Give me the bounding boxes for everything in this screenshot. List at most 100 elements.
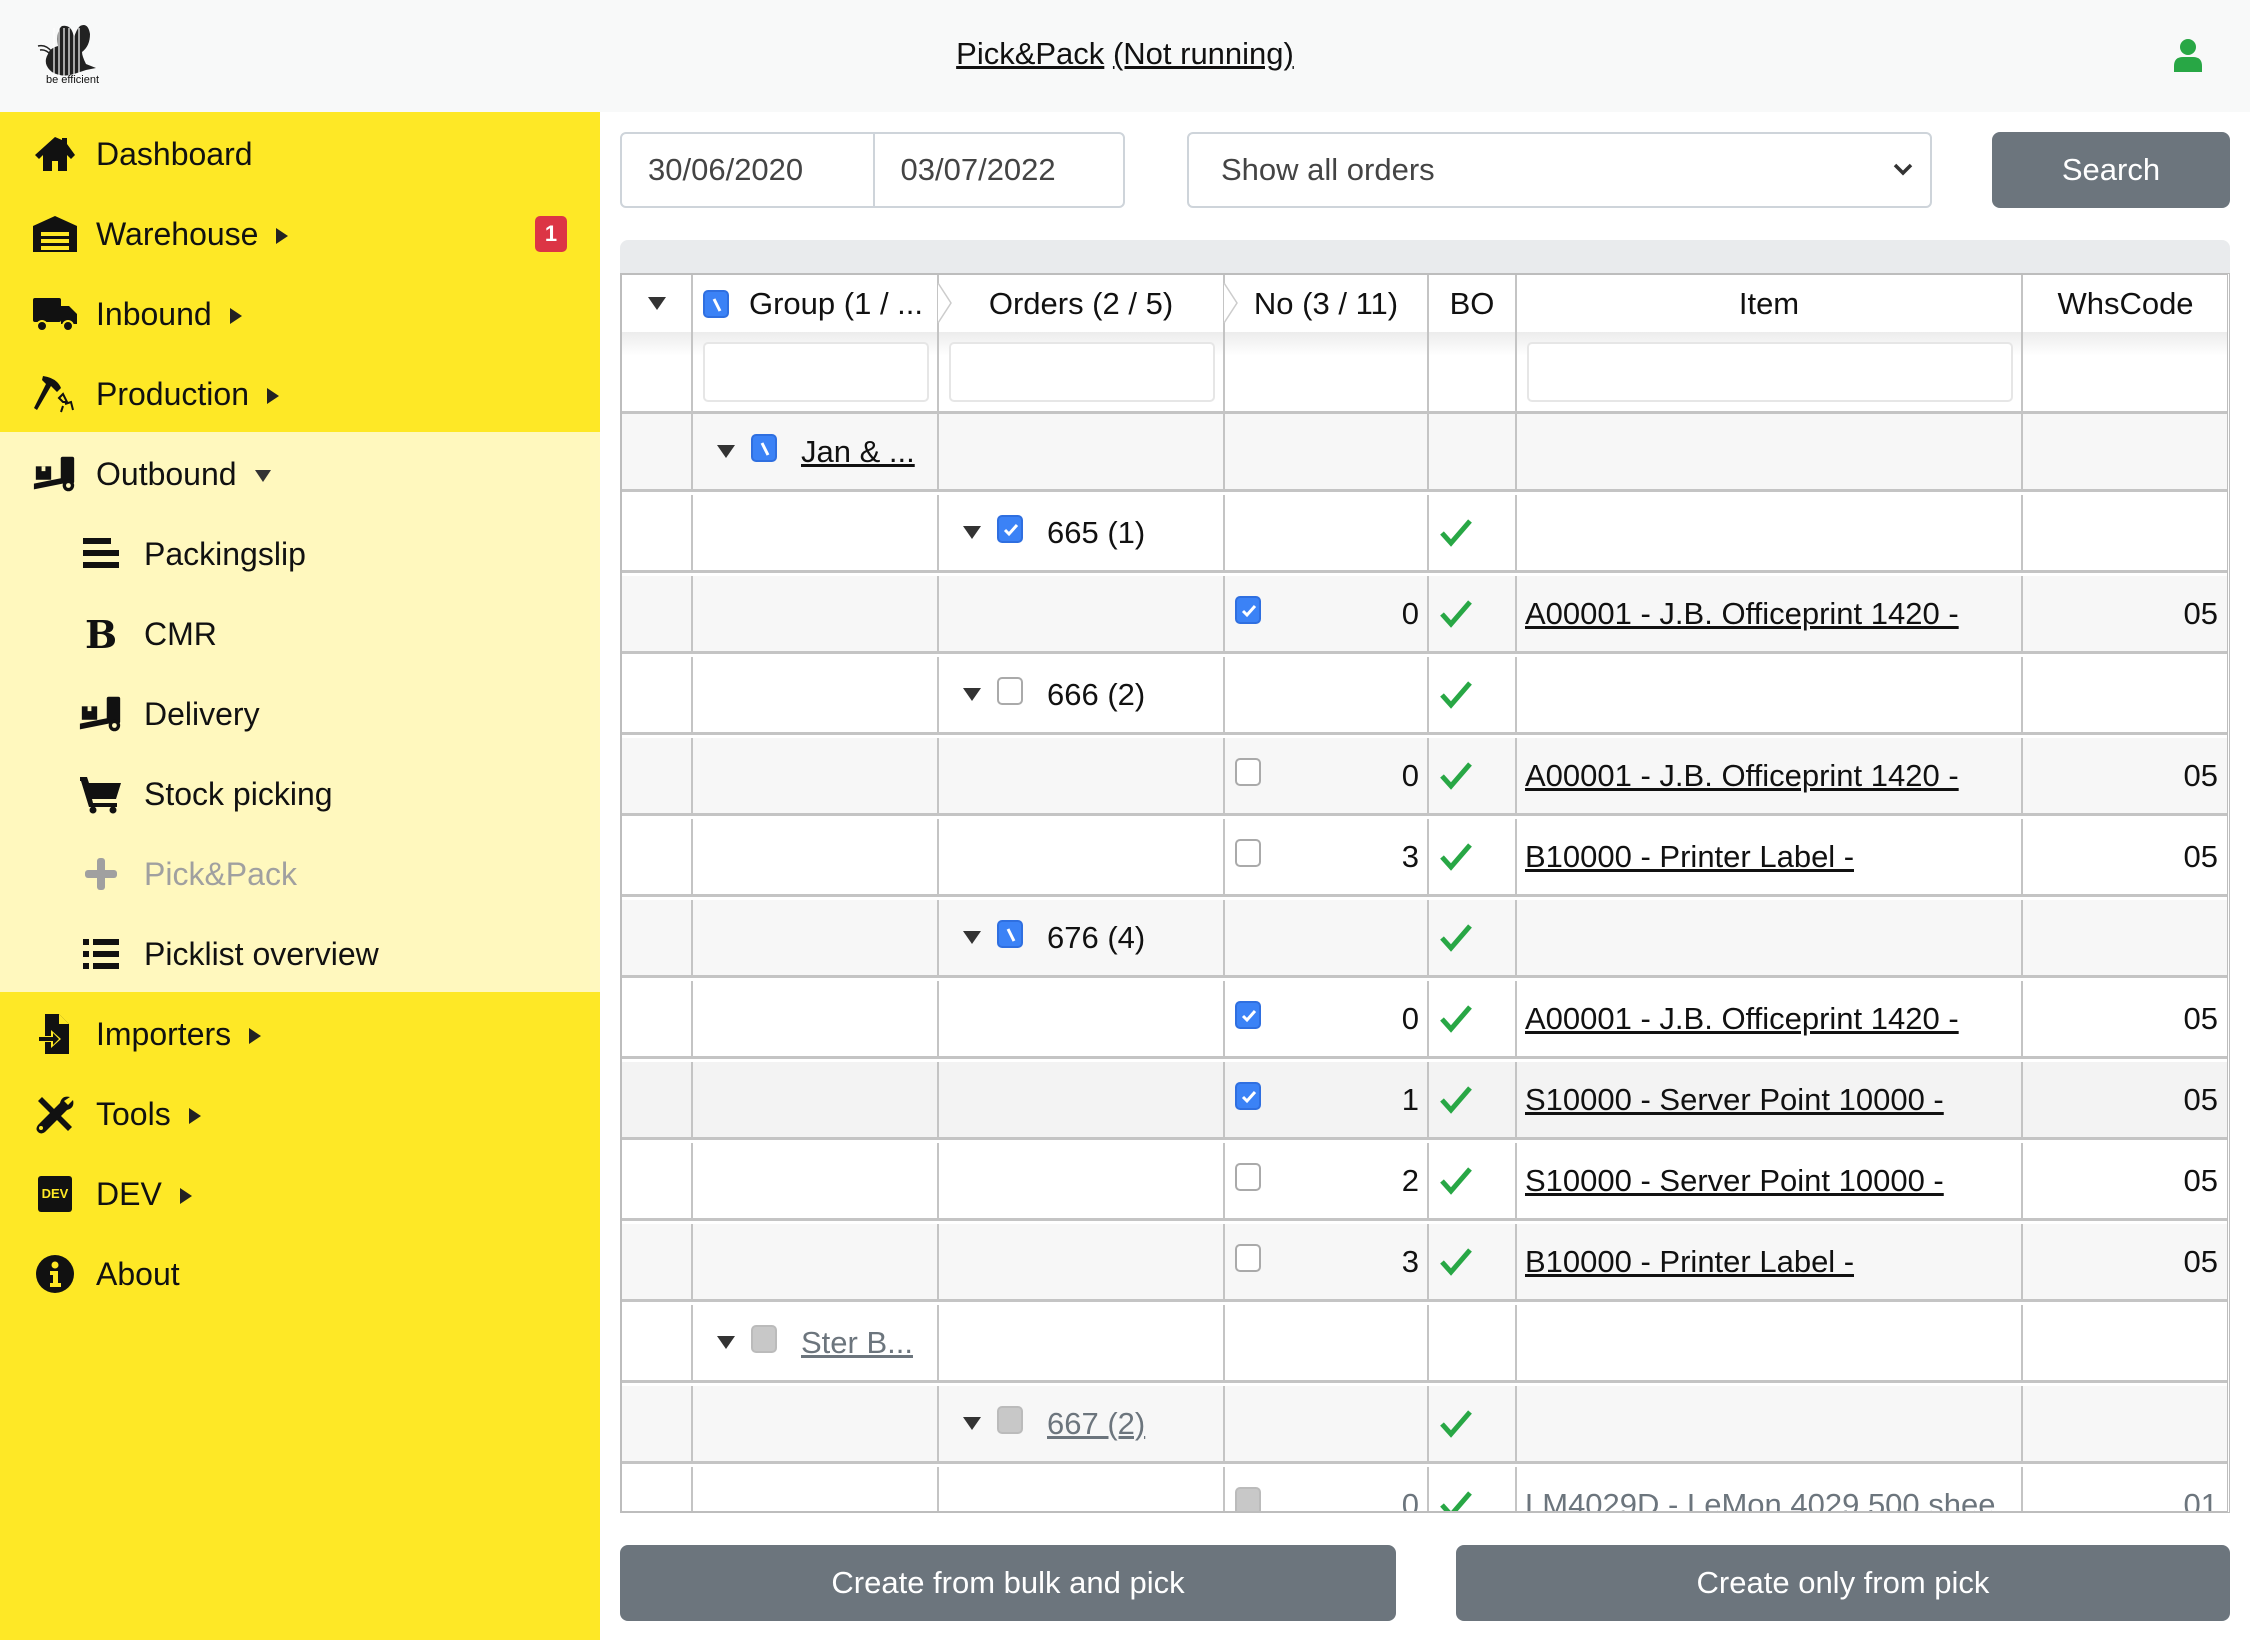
row-select-checkbox[interactable] [1235,1000,1261,1029]
cell-group [693,738,939,813]
order-label[interactable]: 667 (2) [1047,1406,1145,1442]
item-link[interactable]: A00001 - J.B. Officeprint 1420 - [1525,758,1959,794]
group-row[interactable]: Jan & ... [622,414,2227,492]
item-link[interactable]: S10000 - Server Point 10000 - [1525,1163,1944,1199]
row-select-checkbox[interactable] [1235,757,1261,786]
sidebar-item-dev[interactable]: DEV DEV [0,1154,600,1234]
date-to-input[interactable] [872,134,1123,206]
sidebar-item-cmr[interactable]: B CMR [0,594,600,674]
row-select-checkbox[interactable] [1235,1243,1261,1272]
caret-right-icon [276,228,289,245]
item-link[interactable]: S10000 - Server Point 10000 - [1525,1082,1944,1118]
sidebar-item-stock-picking[interactable]: Stock picking [0,754,600,834]
caret-down-icon[interactable] [717,1336,735,1349]
column-header-bo[interactable]: BO [1429,275,1517,332]
whscode-value: 05 [2183,1243,2218,1279]
group-row[interactable]: Ster B... [622,1305,2227,1383]
caret-down-icon[interactable] [963,688,981,701]
caret-down-icon[interactable] [963,1417,981,1430]
bo-check-icon [1440,1004,1472,1033]
row-select-checkbox[interactable] [1235,1081,1261,1110]
order-row[interactable]: 665 (1) [622,495,2227,573]
pick-pack-link[interactable]: Pick&Pack [956,36,1104,71]
row-handle [622,738,693,813]
column-header-no[interactable]: No (3 / 11) [1225,275,1429,332]
whscode-value: 05 [2183,838,2218,874]
grid-filter-row [622,332,2227,414]
line-row[interactable]: 1 S10000 - Server Point 10000 - 05 [622,1062,2227,1140]
line-number: 0 [1401,757,1419,793]
item-link[interactable]: A00001 - J.B. Officeprint 1420 - [1525,1001,1959,1037]
group-filter-input[interactable] [703,341,929,402]
column-header-item[interactable]: Item [1517,275,2023,332]
orders-filter-input[interactable] [949,341,1215,402]
row-select-checkbox[interactable] [997,919,1023,948]
sidebar-item-delivery[interactable]: Delivery [0,674,600,754]
sidebar-item-dashboard[interactable]: Dashboard [0,114,600,194]
cell-group [693,1386,939,1461]
order-row[interactable]: 667 (2) [622,1386,2227,1464]
caret-down-icon[interactable] [963,931,981,944]
caret-down-icon[interactable] [717,445,735,458]
row-select-checkbox[interactable] [997,1405,1023,1434]
sidebar-item-production[interactable]: Production [0,354,600,434]
row-select-checkbox[interactable] [1235,1486,1261,1511]
row-select-checkbox[interactable] [1235,1162,1261,1191]
item-link[interactable]: B10000 - Printer Label - [1525,839,1854,875]
page-title: Pick&Pack (Not running) [0,36,2250,72]
sidebar-item-pick-pack[interactable]: Pick&Pack [0,834,600,914]
cell-item: A00001 - J.B. Officeprint 1420 - [1517,981,2023,1056]
order-filter-select[interactable]: Show all orders [1187,132,1932,208]
line-row[interactable]: 2 S10000 - Server Point 10000 - 05 [622,1143,2227,1221]
item-link[interactable]: B10000 - Printer Label - [1525,1244,1854,1280]
user-icon[interactable] [2172,38,2204,72]
caret-down-icon[interactable] [647,297,666,310]
row-select-checkbox[interactable] [997,676,1023,705]
sidebar-item-inbound[interactable]: Inbound [0,274,600,354]
order-row[interactable]: 676 (4) [622,900,2227,978]
line-row[interactable]: 3 B10000 - Printer Label - 05 [622,1224,2227,1302]
column-header-orders[interactable]: Orders (2 / 5) [939,275,1238,332]
order-label: 666 (2) [1047,676,1146,712]
row-select-checkbox[interactable] [997,514,1023,543]
item-link[interactable]: LM4029D - LeMon 4029 500 shee [1525,1487,1996,1512]
column-header-group[interactable]: Group (1 / ... [693,275,952,332]
cell-no: 3 [1225,819,1429,894]
create-only-from-pick-button[interactable]: Create only from pick [1456,1545,2230,1621]
create-from-bulk-and-pick-button[interactable]: Create from bulk and pick [620,1545,1396,1621]
line-row[interactable]: 3 B10000 - Printer Label - 05 [622,819,2227,897]
group-select-all-checkbox[interactable] [703,289,729,318]
line-row[interactable]: 0 LM4029D - LeMon 4029 500 shee 01 [622,1467,2227,1512]
sidebar-item-packingslip[interactable]: Packingslip [0,514,600,594]
sidebar-item-picklist-overview[interactable]: Picklist overview [0,914,600,994]
expand-all-toggle[interactable] [622,275,693,332]
cell-whscode [2023,657,2227,732]
row-select-checkbox[interactable] [1235,838,1261,867]
row-select-checkbox[interactable] [751,1324,777,1353]
group-link[interactable]: Ster B... [801,1325,913,1361]
row-select-checkbox[interactable] [751,433,777,462]
line-row[interactable]: 0 A00001 - J.B. Officeprint 1420 - 05 [622,738,2227,816]
line-row[interactable]: 0 A00001 - J.B. Officeprint 1420 - 05 [622,576,2227,654]
sidebar-item-warehouse[interactable]: Warehouse 1 [0,194,600,274]
bo-check-icon [1440,1166,1472,1195]
cell-group: Ster B... [693,1305,939,1380]
line-row[interactable]: 0 A00001 - J.B. Officeprint 1420 - 05 [622,981,2227,1059]
row-select-checkbox[interactable] [1235,595,1261,624]
group-link[interactable]: Jan & ... [801,434,915,470]
running-status-link[interactable]: (Not running) [1113,36,1294,71]
cell-bo [1429,981,1517,1056]
sidebar-item-tools[interactable]: Tools [0,1074,600,1154]
order-row[interactable]: 666 (2) [622,657,2227,735]
sidebar-item-about[interactable]: About [0,1234,600,1314]
search-button[interactable]: Search [1992,132,2230,208]
column-header-whscode[interactable]: WhsCode [2023,275,2227,332]
date-from-input[interactable] [622,134,873,206]
caret-down-icon[interactable] [963,526,981,539]
sidebar-item-importers[interactable]: Importers [0,994,600,1074]
filter-cell-orders [939,332,1225,411]
item-link[interactable]: A00001 - J.B. Officeprint 1420 - [1525,596,1959,632]
item-filter-input[interactable] [1527,341,2013,402]
sidebar-item-outbound[interactable]: Outbound [0,434,600,514]
top-bar: be efficient Pick&Pack (Not running) [0,0,2250,112]
